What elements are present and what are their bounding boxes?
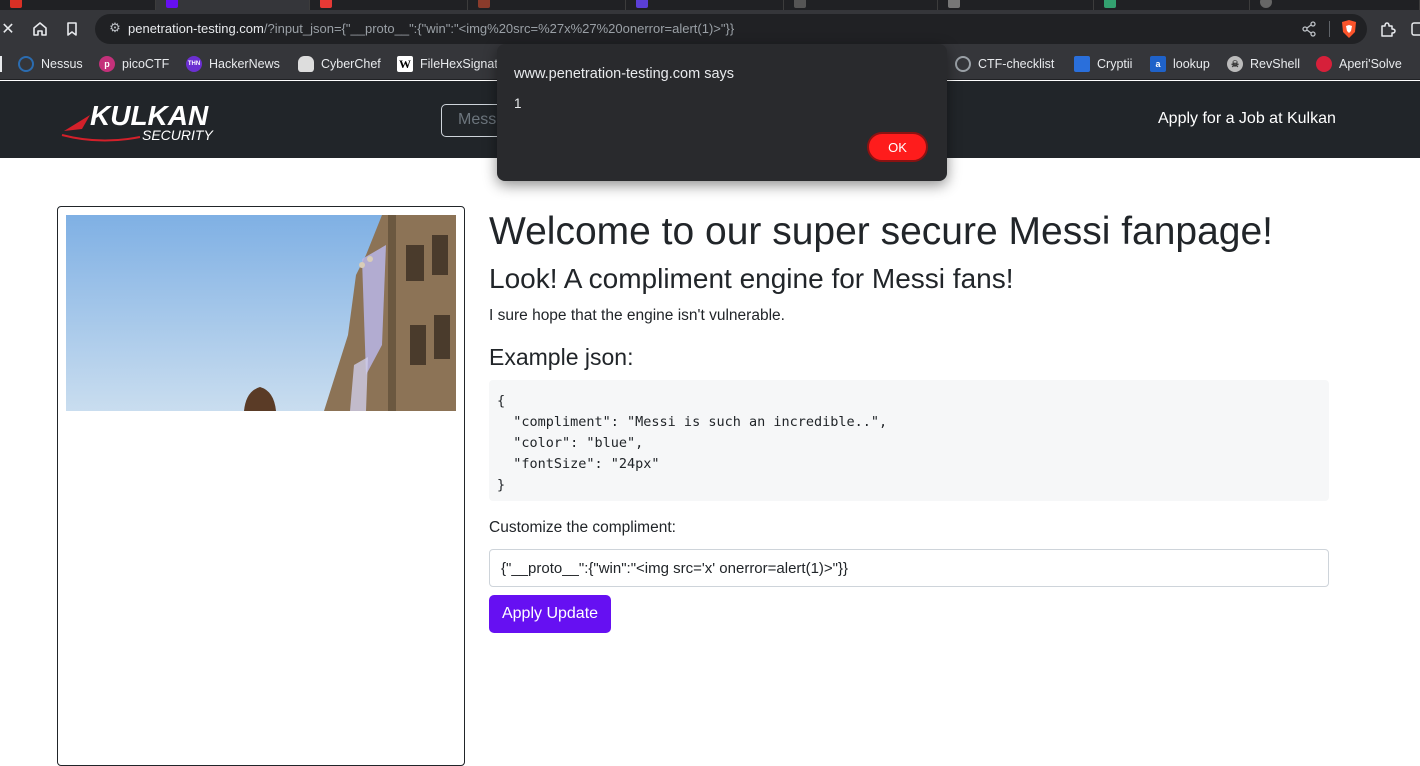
dialog-origin: www.penetration-testing.com says xyxy=(514,66,735,82)
tab-favicon-icon xyxy=(948,0,960,8)
lead-text: I sure hope that the engine isn't vulner… xyxy=(489,307,785,324)
code-line: { xyxy=(497,393,506,409)
alert-dialog: www.penetration-testing.com says 1 OK xyxy=(497,44,947,181)
kulkan-logo[interactable]: KULKAN SECURITY xyxy=(60,93,220,145)
cryptii-icon xyxy=(1074,56,1090,72)
messi-photo xyxy=(66,215,456,411)
dialog-message: 1 xyxy=(514,96,522,111)
tab-favicon-icon xyxy=(794,0,806,8)
url-host: penetration-testing.com xyxy=(128,21,264,36)
bookmark-label: CTF-checklist xyxy=(978,57,1055,71)
apply-update-button[interactable]: Apply Update xyxy=(489,595,611,633)
github-icon xyxy=(955,56,971,72)
wikipedia-icon: W xyxy=(397,56,413,72)
bookmark-label: HackerNews xyxy=(209,57,280,71)
bookmark-cyberchef[interactable]: CyberChef xyxy=(298,54,381,74)
example-json-block: { "compliment": "Messi is such an incred… xyxy=(489,380,1329,501)
page-subtitle: Look! A compliment engine for Messi fans… xyxy=(489,263,1014,294)
bookmark-label: Cryptii xyxy=(1097,57,1133,71)
bookmark-ctf-checklist[interactable]: CTF-checklist xyxy=(955,54,1054,74)
bookmark-label: Aperi'Solve xyxy=(1339,57,1402,71)
tab-favicon-icon xyxy=(636,0,648,8)
address-bar[interactable]: ⚙ penetration-testing.com/?input_json={"… xyxy=(95,14,1367,44)
skull-icon: ☠ xyxy=(1227,56,1243,72)
tune-icon[interactable]: ⚙ xyxy=(105,19,125,39)
compliment-input-label: Customize the compliment: xyxy=(489,519,676,536)
tab-favicon-icon xyxy=(166,0,178,8)
url-text[interactable]: penetration-testing.com/?input_json={"__… xyxy=(128,21,734,36)
bookmark-filehexsignat[interactable]: W FileHexSignat xyxy=(397,54,498,74)
browser-tab[interactable] xyxy=(784,0,938,10)
browser-toolbar: ✕ ⚙ penetration-testing.com/?input_json=… xyxy=(0,10,1420,48)
bookmark-revshell[interactable]: ☠ RevShell xyxy=(1227,54,1300,74)
bookmark-cryptii[interactable]: Cryptii xyxy=(1074,54,1132,74)
compliment-json-input[interactable] xyxy=(489,549,1329,587)
thn-icon: THN xyxy=(186,56,202,72)
bookmarks-edge xyxy=(0,56,2,72)
browser-tab[interactable] xyxy=(468,0,626,10)
browser-tab[interactable] xyxy=(626,0,784,10)
bookmark-label: FileHexSignat xyxy=(420,57,498,71)
browser-tab-active[interactable] xyxy=(156,0,310,10)
window-icon[interactable] xyxy=(1407,18,1420,40)
code-line: "compliment": "Messi is such an incredib… xyxy=(497,414,888,430)
chef-hat-icon xyxy=(298,56,314,72)
example-heading: Example json: xyxy=(489,344,634,370)
photo-card xyxy=(57,206,465,766)
omnibox-divider xyxy=(1329,21,1330,37)
tab-favicon-icon xyxy=(320,0,332,8)
logo-subtitle: SECURITY xyxy=(142,127,214,143)
bookmark-label: CyberChef xyxy=(321,57,381,71)
bookmark-icon[interactable] xyxy=(61,18,83,40)
picoctf-icon: p xyxy=(99,56,115,72)
browser-tab[interactable] xyxy=(938,0,1094,10)
tab-favicon-icon xyxy=(1104,0,1116,8)
bookmark-picoctf[interactable]: p picoCTF xyxy=(99,54,169,74)
tab-strip xyxy=(0,0,1420,10)
bookmark-label: lookup xyxy=(1173,57,1210,71)
bookmark-aperisolve[interactable]: Aperi'Solve xyxy=(1316,54,1402,74)
bookmark-label: Nessus xyxy=(41,57,83,71)
puzzle-icon[interactable] xyxy=(1376,18,1398,40)
nav-link-apply-job[interactable]: Apply for a Job at Kulkan xyxy=(1158,110,1336,128)
bookmark-label: picoCTF xyxy=(122,57,170,71)
browser-tab[interactable] xyxy=(1094,0,1250,10)
brave-shield-icon[interactable] xyxy=(1340,19,1358,39)
aperisolve-icon xyxy=(1316,56,1332,72)
tab-favicon-icon xyxy=(478,0,490,8)
code-line: "fontSize": "24px" xyxy=(497,456,660,472)
share-icon[interactable] xyxy=(1299,19,1319,39)
home-icon[interactable] xyxy=(29,18,51,40)
dialog-ok-button[interactable]: OK xyxy=(867,132,928,162)
tab-favicon-icon xyxy=(1260,0,1272,8)
bookmark-label: RevShell xyxy=(1250,57,1301,71)
close-icon[interactable]: ✕ xyxy=(0,18,19,40)
bookmark-hackernews[interactable]: THN HackerNews xyxy=(186,54,280,74)
page-title: Welcome to our super secure Messi fanpag… xyxy=(489,210,1273,253)
browser-tab[interactable] xyxy=(0,0,156,10)
browser-tab[interactable] xyxy=(310,0,468,10)
bookmark-nessus[interactable]: Nessus xyxy=(18,54,83,74)
bookmark-lookup[interactable]: a lookup xyxy=(1150,54,1210,74)
code-line: "color": "blue", xyxy=(497,435,644,451)
browser-tab[interactable] xyxy=(1250,0,1420,10)
code-line: } xyxy=(497,477,506,493)
tab-favicon-icon xyxy=(10,0,22,8)
url-path: /?input_json={"__proto__":{"win":"<img%2… xyxy=(263,21,735,36)
lookup-icon: a xyxy=(1150,56,1166,72)
nessus-icon xyxy=(18,56,34,72)
